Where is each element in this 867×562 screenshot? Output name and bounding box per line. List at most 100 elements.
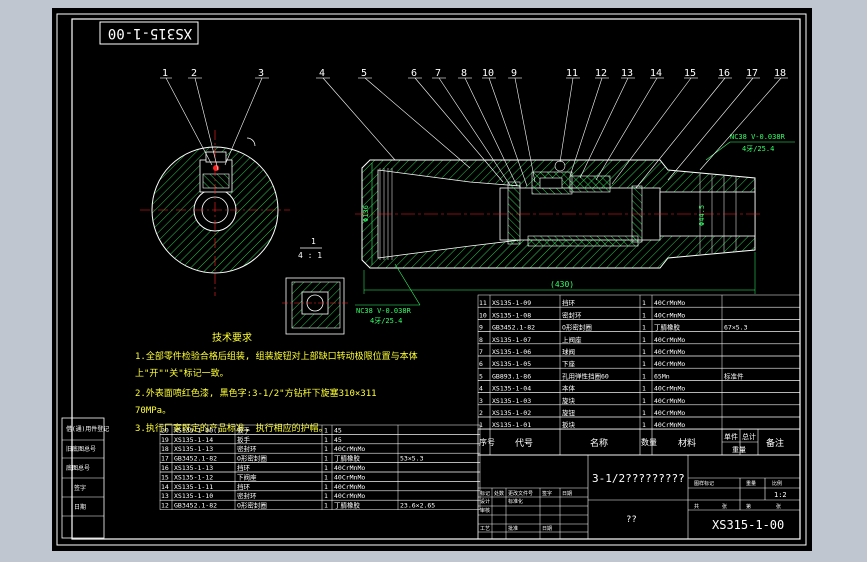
dim-thread-right: NC38 V-0.038R <box>730 133 786 141</box>
bom-cell-no: 10 <box>479 311 487 319</box>
company-text: ?? <box>626 515 637 525</box>
balloon-label: 10 <box>482 68 494 79</box>
design-label-3: 工艺 <box>480 526 490 532</box>
side-strip-label-3: 签字 <box>74 484 86 492</box>
cad-viewport[interactable]: XS315-1-00 借(通)用件登记 旧底图总号 底图总号 签字 日期 1 4… <box>0 0 867 562</box>
notes-line-1: 1.全部零件检验合格后组装, 组装旋钮对上部缺口转动极限位置与本体 <box>135 350 418 362</box>
bom-cell-note: 53×5.3 <box>400 455 424 463</box>
bom-cell-name: 本体 <box>562 384 576 393</box>
rev-label-4: 日期 <box>562 491 572 497</box>
bom-cell-no: 6 <box>479 360 483 368</box>
bom-header-note: 备注 <box>766 437 784 449</box>
bom-cell-no: 11 <box>479 299 487 307</box>
bom-cell-mat: 40CrMnMo <box>654 409 685 417</box>
bom-cell-code: XS135-1-01 <box>492 421 531 429</box>
bom-cell-qty: 1 <box>642 299 646 307</box>
balloon-label: 15 <box>684 68 696 79</box>
bom-cell-name: 下座 <box>562 359 576 368</box>
bom-cell-code: GB3452.1-82 <box>174 455 217 463</box>
bom-cell-code: GB3452.1-82 <box>174 502 217 510</box>
side-strip-label-0: 借(通)用件登记 <box>66 425 109 433</box>
side-strip-label-1: 旧底图总号 <box>66 445 96 453</box>
notes-title: 技术要求 <box>212 331 252 344</box>
bom-cell-qty: 1 <box>642 311 646 319</box>
drawing-number-tab-text: XS315-1-00 <box>108 25 192 41</box>
bom-cell-qty: 1 <box>642 372 646 380</box>
bom-cell-mat: 40CrMnMo <box>654 397 685 405</box>
label-bottom-0: 共 <box>694 503 699 510</box>
bom-cell-no: 9 <box>479 324 483 332</box>
bom-cell-qty: 1 <box>642 397 646 405</box>
bom-cell-code: GB893.1-86 <box>492 372 531 380</box>
bom-header-name: 名称 <box>590 437 608 449</box>
bom-cell-name: 挡环 <box>562 298 576 307</box>
bom-cell-mat: 40CrMnMo <box>654 360 685 368</box>
bom-cell-qty: 1 <box>642 421 646 429</box>
design-label-2: 审核 <box>480 507 490 514</box>
bom-cell-mat: 40CrMnMo <box>334 464 365 472</box>
label-top-1: 重量 <box>746 480 756 487</box>
bom-header-mat: 材料 <box>678 437 696 449</box>
notes-line-2: 上"开""关"标记一致。 <box>135 367 229 379</box>
balloon-label: 17 <box>746 68 758 79</box>
bom-cell-code: XS135-1-07 <box>492 336 531 344</box>
bom-cell-qty: 1 <box>642 324 646 332</box>
bom-header-total: 总计 <box>742 432 756 441</box>
bom-cell-no: 17 <box>161 455 169 463</box>
bom-cell-name: 上阀座 <box>562 335 582 344</box>
label-bottom-2: 第 <box>746 503 751 510</box>
balloon-label: 8 <box>461 68 467 79</box>
bom-cell-mat: 40CrMnMo <box>654 348 685 356</box>
dim-thread-left-sub: 4牙/25.4 <box>370 317 402 325</box>
bom-cell-no: 3 <box>479 397 483 405</box>
bom-cell-mat: 丁腈橡胶 <box>334 454 361 463</box>
design-label-4: 批准 <box>508 525 518 532</box>
balloon-label: 9 <box>511 68 517 79</box>
bom-cell-mat: 40CrMnMo <box>654 421 685 429</box>
bom-cell-mat: 40CrMnMo <box>334 483 365 491</box>
bom-cell-no: 2 <box>479 409 483 417</box>
bom-cell-name: 密封环 <box>562 310 582 319</box>
title-text: 3-1/2????????? <box>592 472 685 485</box>
design-label-0: 设计 <box>480 498 490 505</box>
balloon-label: 5 <box>361 68 367 79</box>
bom-cell-mat: 40CrMnMo <box>654 336 685 344</box>
balloon-label: 7 <box>435 68 441 79</box>
scale-text: 1:2 <box>774 491 787 499</box>
balloon-label: 16 <box>718 68 730 79</box>
bom-cell-code: XS135-1-05 <box>492 360 531 368</box>
bom-cell-code: GB3452.1-82 <box>492 324 535 332</box>
bom-cell-code: XS135-1-04 <box>492 385 531 393</box>
bom-cell-qty: 1 <box>324 445 328 453</box>
bom-cell-mat: 45 <box>334 436 342 444</box>
bom-cell-mat: 丁腈橡胶 <box>654 323 681 332</box>
notes-line-4: 70MPa。 <box>135 406 171 416</box>
bom-cell-code: XS135-1-02 <box>492 409 531 417</box>
side-strip-label-4: 日期 <box>74 503 86 511</box>
bom-header-code: 代号 <box>515 438 533 449</box>
bom-cell-code: XS135-1-13 <box>174 445 213 453</box>
bom-cell-mat: 65Mn <box>654 372 670 380</box>
bom-cell-code: XS135-1-03 <box>492 397 531 405</box>
bom-cell-note: 23.6×2.65 <box>400 502 435 510</box>
rev-label-2: 更改文件号 <box>508 490 533 497</box>
label-top-2: 比例 <box>772 480 782 487</box>
notes-line-3: 2.外表面喷红色漆, 黑色字:3-1/2"方钻杆下旋塞310×311 <box>135 387 377 399</box>
bom-cell-no: 7 <box>479 348 483 356</box>
section-mark-num: 1 <box>311 237 316 246</box>
balloon-label: 18 <box>774 68 786 79</box>
balloon-label: 1 <box>162 68 168 79</box>
bom-header-qty: 数量 <box>641 437 657 447</box>
bom-cell-code: XS135-1-13 <box>174 464 213 472</box>
bom-cell-name: 扳手 <box>237 425 251 434</box>
bom-cell-no: 18 <box>161 445 169 453</box>
bom-cell-qty: 1 <box>642 348 646 356</box>
bom-cell-name: 挡环 <box>237 463 251 472</box>
bom-cell-name: 挡环 <box>237 482 251 491</box>
bom-cell-qty: 1 <box>324 464 328 472</box>
bom-cell-no: 19 <box>161 436 169 444</box>
dim-thread-right-sub: 4牙/25.4 <box>742 145 774 153</box>
dim-length: (430) <box>550 280 574 289</box>
bom-cell-no: 8 <box>479 336 483 344</box>
bom-cell-mat: 45 <box>334 426 342 434</box>
